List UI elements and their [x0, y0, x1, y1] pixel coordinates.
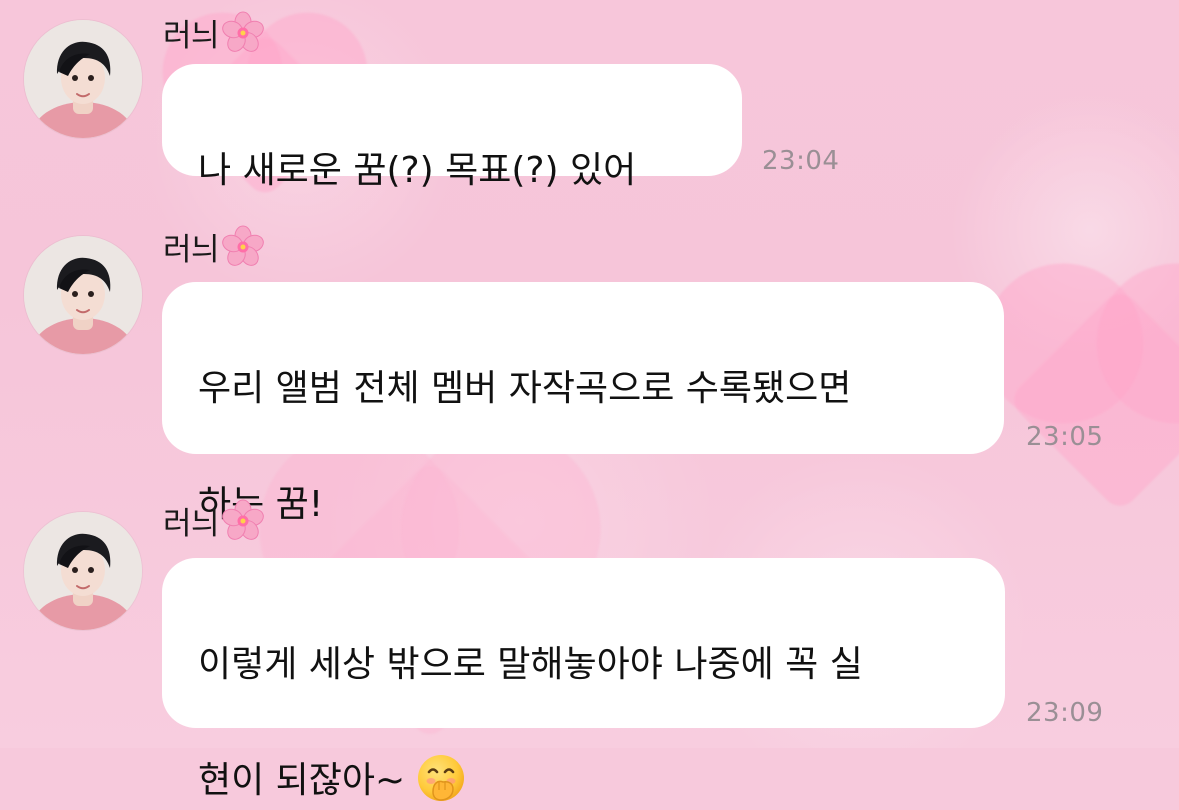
profile-photo-icon	[24, 20, 142, 138]
cherry-blossom-icon	[222, 11, 264, 52]
sender-name: 러늬	[163, 224, 265, 269]
sender-name: 러늬	[163, 10, 265, 55]
message-bubble[interactable]: 우리 앨범 전체 멤버 자작곡으로 수록됐으면 하는 꿈!	[162, 282, 1004, 525]
profile-photo-icon	[24, 236, 142, 354]
avatar[interactable]	[24, 512, 142, 630]
message-timestamp: 23:05	[1026, 422, 1104, 452]
message-timestamp: 23:09	[1026, 698, 1104, 728]
sender-name-text: 러늬	[163, 232, 220, 268]
message-text: 나 새로운 꿈(?) 목표(?) 있어	[198, 150, 637, 191]
message-timestamp: 23:04	[762, 146, 840, 176]
sender-name: 러늬	[163, 498, 265, 543]
message-bubble[interactable]: 나 새로운 꿈(?) 목표(?) 있어	[162, 64, 742, 191]
avatar[interactable]	[24, 236, 142, 354]
profile-photo-icon	[24, 512, 142, 630]
cherry-blossom-icon	[222, 225, 264, 266]
sender-name-text: 러늬	[163, 506, 220, 542]
message-text-line-2: 현이 되잖아~	[198, 760, 406, 801]
hand-over-mouth-emoji-icon	[418, 755, 465, 801]
message-text-line-1: 이렇게 세상 밖으로 말해놓아야 나중에 꼭 실	[198, 644, 863, 685]
sender-name-text: 러늬	[163, 18, 220, 54]
cherry-blossom-icon	[222, 499, 264, 540]
message-text-line-1: 우리 앨범 전체 멤버 자작곡으로 수록됐으면	[198, 368, 852, 409]
avatar[interactable]	[24, 20, 142, 138]
message-bubble[interactable]: 이렇게 세상 밖으로 말해놓아야 나중에 꼭 실 현이 되잖아~	[162, 558, 1005, 801]
